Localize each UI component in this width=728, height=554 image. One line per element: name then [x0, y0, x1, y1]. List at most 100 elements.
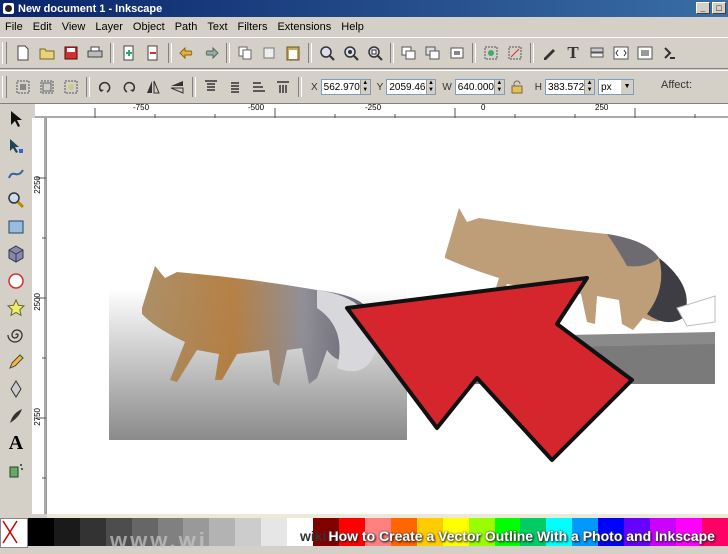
- h-input[interactable]: 383.572 ▲ ▼: [545, 79, 596, 95]
- flip-vertical-icon[interactable]: [168, 78, 186, 96]
- copy-icon[interactable]: [236, 44, 254, 62]
- caption-banner: wiki How to Create a Vector Outline With…: [300, 526, 728, 546]
- toolbar-separator: [390, 43, 394, 63]
- ellipse-tool-icon[interactable]: [4, 269, 28, 293]
- w-spin-arrows[interactable]: ▲ ▼: [493, 80, 504, 94]
- xml-editor-icon[interactable]: [612, 44, 630, 62]
- zoom-page-icon[interactable]: [366, 44, 384, 62]
- clone-icon[interactable]: [424, 44, 442, 62]
- select-all-icon[interactable]: [14, 78, 32, 96]
- ruler-label: 0: [481, 104, 486, 112]
- window-title: New document 1 - Inkscape: [18, 2, 163, 15]
- calligraphy-tool-icon[interactable]: [4, 404, 28, 428]
- toolbar-grip[interactable]: [2, 42, 7, 64]
- menu-view[interactable]: View: [57, 21, 91, 33]
- menu-path[interactable]: Path: [170, 21, 203, 33]
- toolbar-separator: [168, 43, 172, 63]
- save-icon[interactable]: [62, 44, 80, 62]
- align-distribute-icon[interactable]: [636, 44, 654, 62]
- flip-horizontal-icon[interactable]: [144, 78, 162, 96]
- unit-select[interactable]: px ▼: [598, 79, 635, 95]
- redo-icon[interactable]: [202, 44, 220, 62]
- vertical-ruler: 2250 2500 2750: [32, 118, 47, 514]
- ruler-label: 250: [595, 104, 609, 112]
- menu-object[interactable]: Object: [128, 21, 170, 33]
- rotate-cw-icon[interactable]: [120, 78, 138, 96]
- raise-icon[interactable]: [226, 78, 244, 96]
- color-swatch[interactable]: [261, 518, 288, 546]
- select-all-layers-icon[interactable]: [38, 78, 56, 96]
- x-spin-arrows[interactable]: ▲ ▼: [359, 80, 370, 94]
- menu-file[interactable]: File: [0, 21, 28, 33]
- x-input[interactable]: 562.970 ▲ ▼: [320, 79, 371, 95]
- horizontal-ruler: -750 -500 -250 0 250: [35, 104, 728, 119]
- maximize-button[interactable]: □: [712, 2, 726, 14]
- color-swatch[interactable]: [209, 518, 236, 546]
- w-input[interactable]: 640.000 ▲ ▼: [454, 79, 505, 95]
- toolbox: A: [0, 104, 32, 516]
- menu-extensions[interactable]: Extensions: [272, 21, 336, 33]
- unlink-clone-icon[interactable]: [448, 44, 466, 62]
- inkscape-app-icon: [3, 3, 14, 14]
- rotate-ccw-icon[interactable]: [96, 78, 114, 96]
- fill-stroke-icon[interactable]: [540, 44, 558, 62]
- undo-icon[interactable]: [178, 44, 196, 62]
- menu-help[interactable]: Help: [336, 21, 369, 33]
- color-swatch[interactable]: [53, 518, 80, 546]
- tweak-tool-icon[interactable]: [4, 161, 28, 185]
- star-tool-icon[interactable]: [4, 296, 28, 320]
- ruler-label: -500: [248, 104, 265, 112]
- group-icon[interactable]: [482, 44, 500, 62]
- node-tool-icon[interactable]: [4, 134, 28, 158]
- deselect-icon[interactable]: [62, 78, 80, 96]
- import-icon[interactable]: [120, 44, 138, 62]
- raise-to-top-icon[interactable]: [202, 78, 220, 96]
- w-value: 640.000: [457, 81, 494, 93]
- cut-icon[interactable]: [260, 44, 278, 62]
- color-swatch[interactable]: [235, 518, 262, 546]
- w-label: W: [442, 81, 452, 93]
- 3d-box-tool-icon[interactable]: [4, 242, 28, 266]
- zoom-selection-icon[interactable]: [318, 44, 336, 62]
- menu-layer[interactable]: Layer: [90, 21, 128, 33]
- text-font-icon[interactable]: T: [564, 43, 582, 62]
- caption-text: How to Create a Vector Outline With a Ph…: [328, 528, 715, 544]
- y-spin-arrows[interactable]: ▲ ▼: [425, 80, 436, 94]
- toolbar-separator: [192, 77, 196, 97]
- selector-tool-icon[interactable]: [4, 107, 28, 131]
- minimize-button[interactable]: _: [696, 2, 710, 14]
- preferences-icon[interactable]: [660, 44, 678, 62]
- no-paint-swatch[interactable]: [0, 518, 28, 548]
- spiral-tool-icon[interactable]: [4, 323, 28, 347]
- open-icon[interactable]: [38, 44, 56, 62]
- zoom-drawing-icon[interactable]: [342, 44, 360, 62]
- rectangle-tool-icon[interactable]: [4, 215, 28, 239]
- zoom-tool-icon[interactable]: [4, 188, 28, 212]
- menu-text[interactable]: Text: [202, 21, 232, 33]
- drawing-canvas[interactable]: [47, 118, 728, 514]
- paste-icon[interactable]: [284, 44, 302, 62]
- ungroup-icon[interactable]: [506, 44, 524, 62]
- spray-tool-icon[interactable]: [4, 458, 28, 482]
- menu-edit[interactable]: Edit: [28, 21, 57, 33]
- menu-filters[interactable]: Filters: [233, 21, 273, 33]
- x-label: X: [311, 81, 318, 93]
- y-input[interactable]: 2059.46 ▲ ▼: [386, 79, 437, 95]
- print-icon[interactable]: [86, 44, 104, 62]
- layers-icon[interactable]: [588, 44, 606, 62]
- lock-icon[interactable]: [508, 78, 526, 96]
- toolbar-grip[interactable]: [2, 76, 7, 98]
- color-swatch[interactable]: [79, 518, 106, 546]
- export-icon[interactable]: [144, 44, 162, 62]
- lower-icon[interactable]: [250, 78, 268, 96]
- lower-to-bottom-icon[interactable]: [274, 78, 292, 96]
- color-swatch[interactable]: [27, 518, 54, 546]
- new-document-icon[interactable]: [14, 44, 32, 62]
- ruler-label: 2500: [33, 293, 42, 311]
- duplicate-icon[interactable]: [400, 44, 418, 62]
- tool-controls-toolbar: X 562.970 ▲ ▼ Y 2059.46 ▲ ▼ W 640.000 ▲ ▼ H 38…: [0, 70, 728, 104]
- text-tool-icon[interactable]: A: [4, 431, 28, 455]
- h-spin-arrows[interactable]: ▲ ▼: [584, 80, 595, 94]
- pen-tool-icon[interactable]: [4, 377, 28, 401]
- pencil-tool-icon[interactable]: [4, 350, 28, 374]
